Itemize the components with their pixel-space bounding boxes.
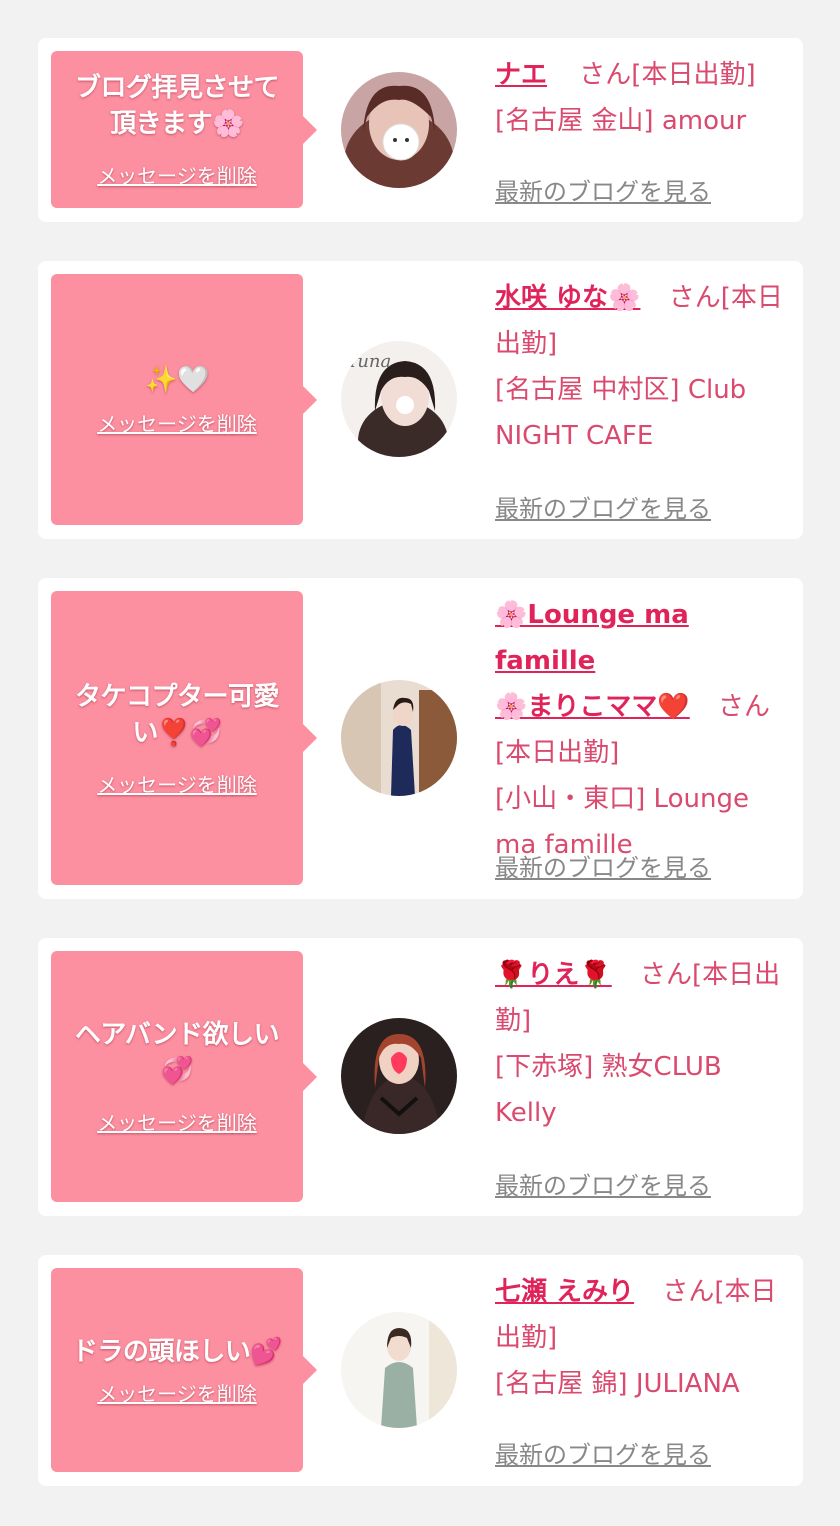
- san-suffix: さん: [718, 692, 771, 722]
- message-text-line: ドラの頭ほしい💕: [71, 1336, 283, 1367]
- work-status: [本日出勤]: [495, 738, 620, 768]
- delete-message-link[interactable]: メッセージを削除: [97, 408, 257, 437]
- shop-info: [名古屋 錦] JULIANA: [495, 1369, 740, 1399]
- delete-message-link[interactable]: メッセージを削除: [97, 769, 257, 798]
- cast-info: ナエ さん[本日出勤] [名古屋 金山] amour: [495, 52, 790, 144]
- cast-name-link[interactable]: 水咲 ゆな🌸: [495, 283, 640, 313]
- message-text-line: ✨🤍: [145, 365, 209, 395]
- cast-info: 🌹りえ🌹 さん[本日出勤] [下赤塚] 熟女CLUB Kelly: [495, 952, 790, 1136]
- message-bubble: ブログ拝見させて 頂きます🌸 メッセージを削除: [51, 51, 317, 208]
- avatar[interactable]: [341, 1018, 457, 1134]
- delete-message-link[interactable]: メッセージを削除: [97, 1378, 257, 1407]
- message-list: ブログ拝見させて 頂きます🌸 メッセージを削除 ナエ さん[本日出勤] [名古屋…: [0, 0, 840, 1526]
- shop-info: [名古屋 金山] amour: [495, 106, 747, 136]
- latest-blog-link[interactable]: 最新のブログを見る: [495, 1435, 711, 1470]
- message-text-line: ブログ拝見させて: [74, 73, 280, 103]
- cast-info: 水咲 ゆな🌸 さん[本日出勤] [名古屋 中村区] Club NIGHT CAF…: [495, 275, 790, 459]
- message-card: ✨🤍 メッセージを削除 Yuna 水咲 ゆな🌸 さん[本日出勤] [名古屋 中村…: [38, 261, 803, 539]
- latest-blog-link[interactable]: 最新のブログを見る: [495, 1166, 711, 1201]
- message-card: ドラの頭ほしい💕 メッセージを削除 七瀬 えみり さん[本日出勤] [名古屋 錦…: [38, 1255, 803, 1486]
- message-card: タケコプター可愛 い❣️💞 メッセージを削除 🌸Lounge ma famill…: [38, 578, 803, 899]
- cast-info: 七瀬 えみり さん[本日出勤] [名古屋 錦] JULIANA: [495, 1269, 790, 1407]
- svg-text:Yuna: Yuna: [347, 351, 391, 372]
- avatar[interactable]: [341, 1312, 457, 1428]
- message-bubble: ✨🤍 メッセージを削除: [51, 274, 317, 525]
- avatar[interactable]: Yuna: [341, 341, 457, 457]
- work-status: [本日出勤]: [631, 60, 756, 90]
- delete-message-link[interactable]: メッセージを削除: [97, 160, 257, 189]
- san-suffix: さん: [662, 1277, 715, 1307]
- cast-name-link[interactable]: 七瀬 えみり: [495, 1277, 634, 1307]
- cast-info: 🌸Lounge ma famille 🌸まりこママ❤️ さん [本日出勤] [小山…: [495, 592, 790, 868]
- san-suffix: さん: [640, 960, 693, 990]
- san-suffix: さん: [579, 60, 632, 90]
- san-suffix: さん: [668, 283, 721, 313]
- message-text-line: タケコプター可愛: [74, 681, 280, 712]
- shop-info: [小山・東口] Lounge: [495, 784, 749, 814]
- cast-name-link[interactable]: 🌸まりこママ❤️: [495, 692, 690, 722]
- latest-blog-link[interactable]: 最新のブログを見る: [495, 172, 711, 207]
- message-text-line: い❣️💞: [132, 717, 222, 748]
- delete-message-link[interactable]: メッセージを削除: [97, 1107, 257, 1136]
- cast-name-link[interactable]: 🌹りえ🌹: [495, 960, 612, 990]
- message-card: ブログ拝見させて 頂きます🌸 メッセージを削除 ナエ さん[本日出勤] [名古屋…: [38, 38, 803, 222]
- message-bubble: ヘアバンド欲しい 💞 メッセージを削除: [51, 951, 317, 1202]
- message-card: ヘアバンド欲しい 💞 メッセージを削除 🌹りえ🌹 さん[本日出勤] [下赤塚] …: [38, 938, 803, 1216]
- cast-name-link[interactable]: 🌸Lounge ma famille: [495, 592, 790, 684]
- avatar[interactable]: [341, 72, 457, 188]
- message-text-line: 頂きます🌸: [110, 109, 244, 139]
- message-text-line: ヘアバンド欲しい: [74, 1020, 280, 1050]
- shop-info: NIGHT CAFE: [495, 421, 654, 451]
- cast-name-link[interactable]: ナエ: [495, 60, 547, 90]
- latest-blog-link[interactable]: 最新のブログを見る: [495, 489, 711, 524]
- shop-info: [名古屋 中村区] Club: [495, 375, 747, 405]
- message-text-line: 💞: [161, 1056, 193, 1086]
- shop-info: [下赤塚] 熟女CLUB: [495, 1052, 722, 1082]
- message-bubble: ドラの頭ほしい💕 メッセージを削除: [51, 1268, 317, 1472]
- message-bubble: タケコプター可愛 い❣️💞 メッセージを削除: [51, 591, 317, 885]
- avatar[interactable]: [341, 680, 457, 796]
- shop-info: Kelly: [495, 1098, 557, 1128]
- latest-blog-link[interactable]: 最新のブログを見る: [495, 848, 711, 883]
